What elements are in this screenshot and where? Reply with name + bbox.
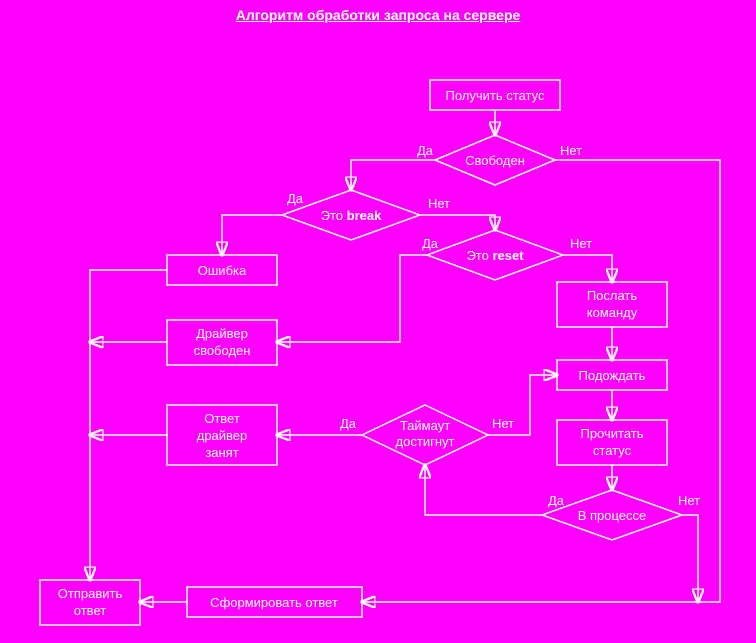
node-send-answer-l2: ответ (74, 603, 106, 618)
node-send-cmd-l2: команду (587, 305, 638, 320)
edge-label: Да (417, 143, 434, 158)
edge (277, 255, 427, 342)
edge-label: Да (422, 236, 439, 251)
node-error-label: Ошибка (198, 263, 247, 278)
node-busy-l1: Ответ (204, 411, 240, 426)
edge (682, 515, 698, 602)
edge-label: Да (287, 191, 304, 206)
node-driver-free-l2: свободен (194, 343, 251, 358)
edge-label: Нет (678, 493, 700, 508)
node-read-status-l1: Прочитать (580, 426, 643, 441)
node-wait-label: Подождать (579, 368, 646, 383)
node-driver-free-l1: Драйвер (196, 326, 248, 341)
node-in-progress-label: В процессе (578, 508, 647, 523)
edge-label: Нет (560, 143, 582, 158)
node-send-cmd-l1: Послать (587, 288, 638, 303)
node-timeout-l2: достигнут (396, 434, 455, 449)
flowchart: Получить статус Свободен Это break Это r… (0, 0, 756, 643)
node-is-reset-label: Это reset (466, 248, 524, 263)
edge-label: Нет (570, 236, 592, 251)
node-timeout-l1: Таймаут (400, 418, 450, 433)
node-send-answer-l1: Отправить (58, 586, 123, 601)
edge (425, 465, 542, 515)
edge (351, 160, 435, 190)
edge-label: Да (548, 493, 565, 508)
edge (222, 215, 282, 255)
edge-label: Нет (428, 196, 450, 211)
edge (90, 270, 167, 580)
node-busy-l2: драйвер (197, 428, 248, 443)
edge-label: Нет (492, 416, 514, 431)
node-get-status-label: Получить статус (446, 88, 545, 103)
edge (420, 215, 495, 230)
node-read-status-l2: статус (593, 443, 632, 458)
edge (563, 255, 612, 282)
node-form-answer-label: Сформировать ответ (210, 595, 338, 610)
node-is-break-label: Это break (321, 208, 382, 223)
edge-label: Да (340, 416, 357, 431)
node-busy-l3: занят (205, 445, 238, 460)
node-free-label: Свободен (465, 153, 525, 168)
